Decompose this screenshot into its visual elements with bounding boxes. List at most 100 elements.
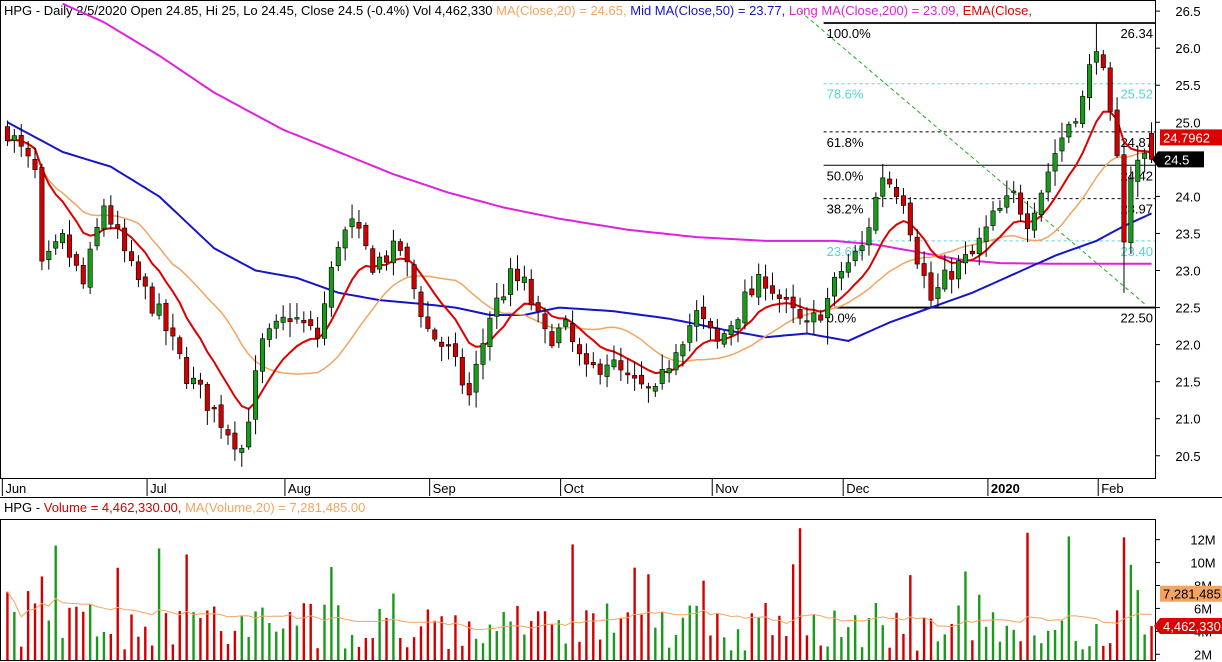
candle-body (452, 343, 458, 357)
volume-bar (536, 611, 540, 660)
volume-bar (185, 554, 188, 660)
volume-bar (330, 566, 333, 660)
candle-body (1149, 133, 1155, 160)
volume-bar (916, 650, 919, 660)
volume-bar (530, 621, 533, 660)
candle-body (666, 368, 672, 374)
volume-bar (247, 636, 250, 660)
volume-bar (1026, 532, 1029, 660)
volume-bar (895, 612, 898, 660)
candle-body (845, 262, 851, 273)
candle-body (335, 247, 341, 267)
volume-bar (157, 548, 161, 660)
volume-bar (378, 608, 381, 660)
volume-bar (343, 648, 347, 660)
volume-bar (295, 625, 299, 660)
candle-body (942, 269, 948, 290)
volume-bar (695, 605, 698, 660)
volume-bar (626, 612, 629, 660)
candle-body (832, 276, 838, 297)
volume-bar (867, 617, 871, 660)
volume-bar (302, 603, 306, 660)
candle-body (356, 222, 362, 229)
candle-body (528, 279, 534, 306)
volume-bar (516, 605, 519, 660)
volume-bar (847, 627, 850, 660)
candle-body (935, 287, 941, 299)
volume-bar (812, 614, 816, 660)
candle-body (149, 286, 155, 314)
candle-body (769, 285, 775, 294)
price-tick-label: 26.5 (1175, 4, 1200, 19)
volume-bar (640, 613, 643, 660)
volume-bar (661, 611, 664, 660)
volume-bar (199, 617, 202, 660)
volume-bar (819, 645, 822, 660)
candle-body (701, 306, 707, 320)
candle-body (894, 187, 900, 197)
volume-bar (543, 611, 547, 660)
volume-bar (88, 603, 92, 660)
date-tick-label: Oct (564, 481, 585, 496)
candle-body (253, 370, 259, 420)
volume-bar (1074, 641, 1077, 660)
candle-body (673, 352, 679, 371)
volume-bar (233, 630, 237, 660)
candle-body (632, 375, 638, 379)
volume-tag-label: 7,281,485 (1163, 587, 1221, 602)
candle-body (94, 227, 100, 247)
price-tick-label: 21.0 (1175, 412, 1200, 427)
candle-body (287, 318, 293, 322)
candle-body (363, 224, 369, 247)
volume-bar (647, 574, 650, 660)
candle-body (928, 272, 934, 301)
volume-panel-frame (0, 519, 1156, 661)
candle-body (542, 313, 548, 330)
volume-bar (709, 635, 712, 660)
candle-body (218, 404, 224, 428)
candle-body (825, 298, 831, 319)
volume-bar (654, 627, 657, 660)
volume-bar (130, 614, 133, 660)
candle-body (80, 265, 86, 285)
volume-bar (392, 593, 395, 660)
volume-bar (350, 634, 354, 660)
volume-bar (412, 637, 416, 660)
candle-body (115, 224, 121, 229)
volume-bar (364, 637, 368, 660)
volume-bar (1033, 635, 1036, 660)
candle-body (866, 227, 872, 246)
volume-bar (964, 571, 967, 660)
volume-bar (399, 638, 402, 660)
candle-body (239, 448, 245, 453)
volume-bar (385, 617, 388, 660)
volume-bar (137, 636, 140, 660)
candle-body (900, 195, 906, 206)
volume-bar (275, 631, 278, 660)
candle-body (232, 432, 238, 450)
candle-body (990, 210, 996, 226)
volume-bar (281, 628, 285, 660)
candle-body (563, 319, 569, 327)
candle-body (576, 344, 583, 355)
volume-bar (619, 618, 623, 660)
volume-bar (592, 613, 595, 660)
candle-body (1093, 51, 1099, 63)
volume-bar (1053, 629, 1057, 660)
candle-body (735, 319, 741, 330)
candle-body (411, 264, 417, 290)
candle-body (101, 205, 107, 230)
fib-level-label: 61.8% (827, 135, 864, 150)
candle-body (377, 256, 383, 270)
volume-bar (564, 643, 567, 660)
stock-chart[interactable]: 20.5 21.0 21.5 22.0 22.5 23.0 23.5 24.0 24.5 25.0… (0, 0, 1222, 662)
volume-bar (633, 567, 636, 660)
candle-body (204, 384, 210, 411)
volume-bar (509, 621, 512, 660)
candle-body (969, 250, 975, 255)
volume-bar (82, 611, 85, 660)
volume-tick-label: 2M (1194, 647, 1212, 662)
volume-bar (1046, 630, 1050, 660)
volume-bar (316, 648, 319, 660)
price-panel-frame (0, 0, 1156, 479)
